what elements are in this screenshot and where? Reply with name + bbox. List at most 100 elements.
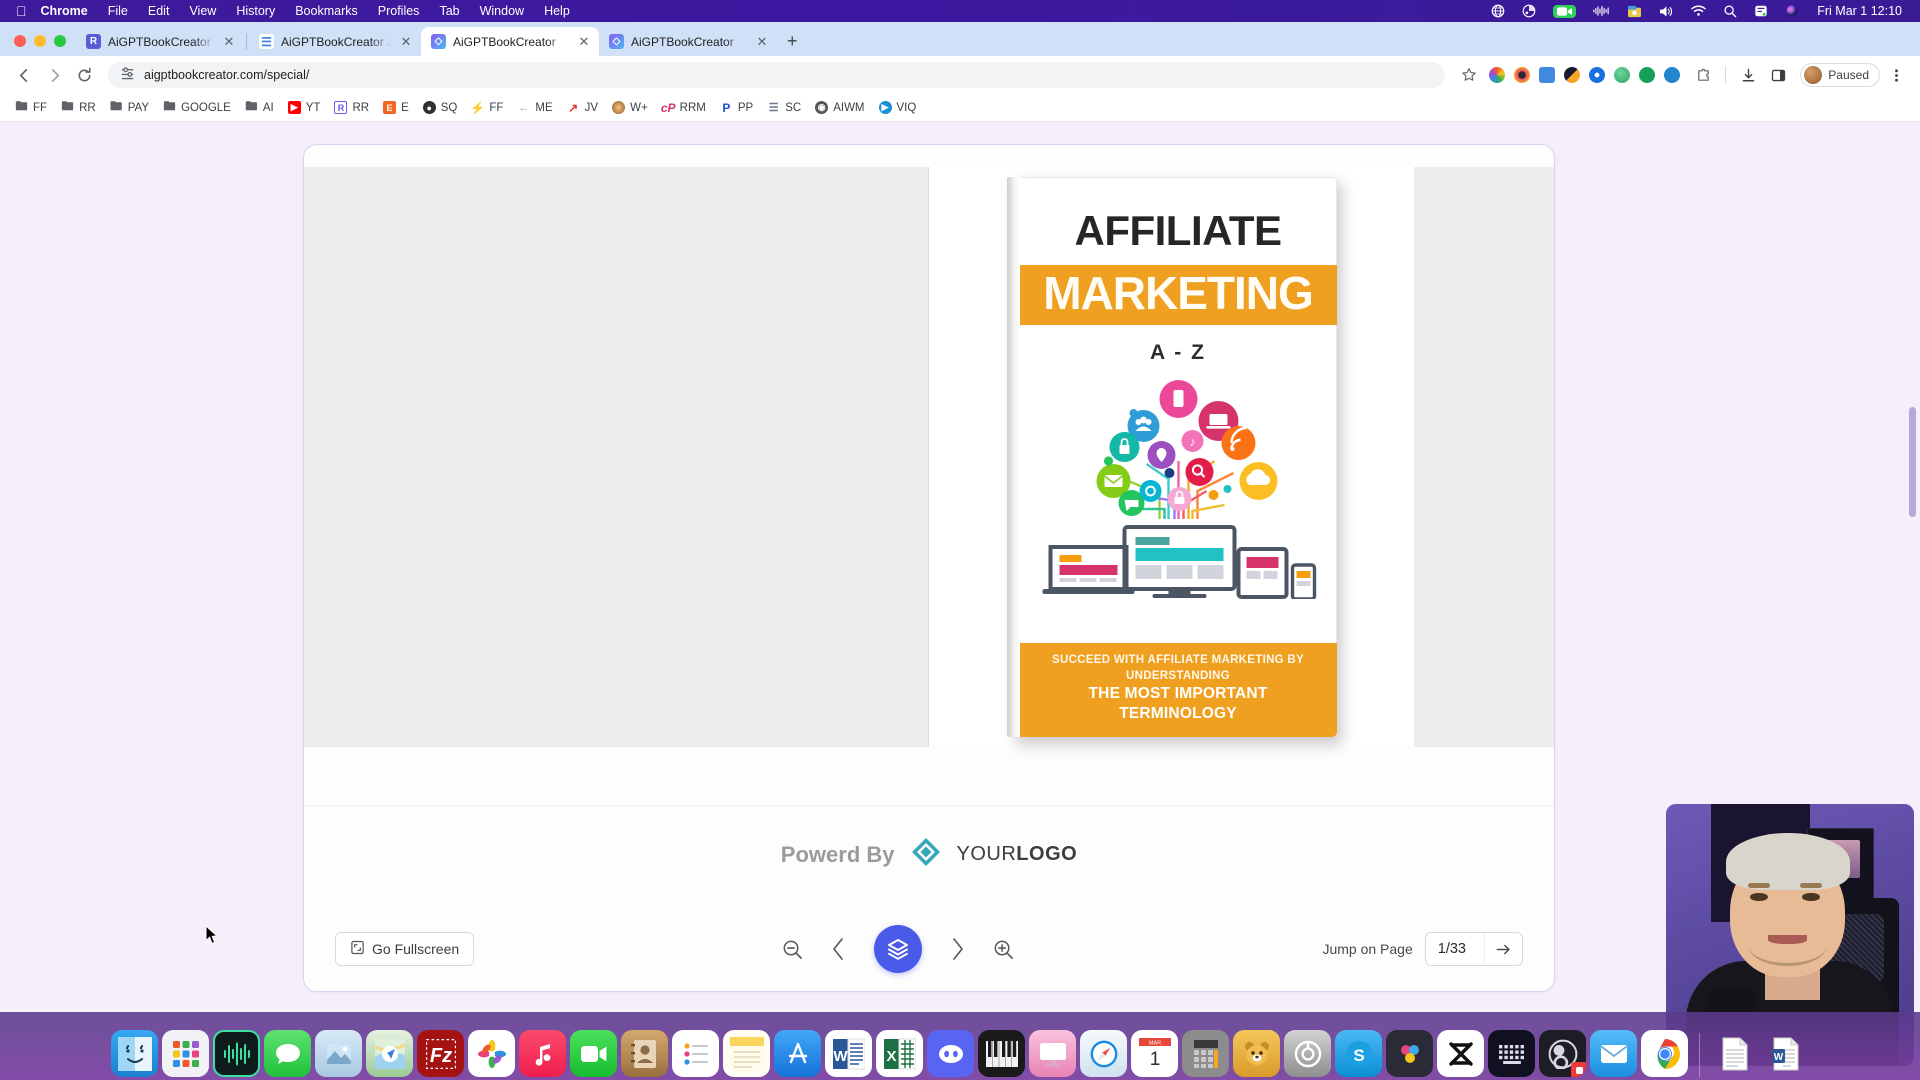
- dock-item-microsoft-word[interactable]: W: [825, 1030, 872, 1077]
- volume-icon[interactable]: [1659, 3, 1674, 19]
- menu-item-file[interactable]: File: [108, 4, 128, 18]
- dock-item-bear-notes[interactable]: [1233, 1030, 1280, 1077]
- dock-item-preview[interactable]: [315, 1030, 362, 1077]
- apple-logo-icon[interactable]: : [16, 4, 27, 18]
- zoom-in-icon[interactable]: [992, 938, 1015, 961]
- menu-item-bookmarks[interactable]: Bookmarks: [295, 4, 358, 18]
- bookmark-folder-ai[interactable]: 🖿 AI: [238, 98, 281, 117]
- address-bar[interactable]: aigptbookcreator.com/special/: [108, 62, 1446, 88]
- dock-item-facetime[interactable]: [570, 1030, 617, 1077]
- page-spread[interactable]: AFFILIATE MARKETING A - Z ♪ SUCCEED WITH…: [444, 167, 1414, 747]
- grammarly-extension-icon[interactable]: [1639, 67, 1656, 83]
- profile-pill[interactable]: Paused: [1800, 63, 1880, 87]
- dock-item-maps[interactable]: [366, 1030, 413, 1077]
- previous-page-icon[interactable]: [828, 936, 850, 962]
- window-traffic-lights[interactable]: [8, 35, 76, 56]
- bookmark-ff[interactable]: ⚡ FF: [464, 98, 510, 117]
- menu-item-edit[interactable]: Edit: [148, 4, 170, 18]
- dock-item-keyboard-app[interactable]: [1488, 1030, 1535, 1077]
- page-scrollbar-thumb[interactable]: [1909, 407, 1916, 517]
- bookmark-sc[interactable]: ☰ SC: [760, 98, 808, 117]
- bookmark-folder-google[interactable]: 🖿 GOOGLE: [156, 98, 238, 117]
- tab-close-icon[interactable]: ✕: [755, 34, 769, 50]
- puzzle-extension-icon[interactable]: [1689, 61, 1717, 89]
- back-icon[interactable]: [10, 61, 38, 89]
- globe-green-extension-icon[interactable]: [1614, 67, 1631, 83]
- maximize-window-button[interactable]: [54, 35, 66, 47]
- bookmark-yt[interactable]: ▶ YT: [281, 98, 328, 117]
- bookmark-e[interactable]: EE: [376, 98, 416, 117]
- dock-item-system-settings[interactable]: [1284, 1030, 1331, 1077]
- tab-review[interactable]: R AiGPTBookCreator Review 2 ✕: [76, 27, 244, 56]
- bookmark-sq[interactable]: ● SQ: [416, 98, 465, 117]
- dock-item-launchpad[interactable]: [162, 1030, 209, 1077]
- bookmark-rr[interactable]: R RR: [327, 98, 376, 117]
- dock-item-imac-display[interactable]: [1029, 1030, 1076, 1077]
- dock-item-safari[interactable]: [1080, 1030, 1127, 1077]
- dock-item-finder[interactable]: [111, 1030, 158, 1077]
- menu-item-view[interactable]: View: [189, 4, 216, 18]
- bookmark-me[interactable]: ← ME: [510, 98, 559, 117]
- tab-aigptbookcreator-active[interactable]: ◇ AiGPTBookCreator ✕: [421, 27, 599, 56]
- dock-item-google-chrome[interactable]: [1641, 1030, 1688, 1077]
- dock-item-audio-editor[interactable]: [213, 1030, 260, 1077]
- dock-item-filezilla[interactable]: Fz: [417, 1030, 464, 1077]
- bookmark-aiwm[interactable]: ◉ AIWM: [808, 98, 871, 117]
- menubar-clock[interactable]: Fri Mar 1 12:10: [1817, 4, 1902, 18]
- dock-item-contacts[interactable]: [621, 1030, 668, 1077]
- dock-item-calculator[interactable]: [1182, 1030, 1229, 1077]
- bookmark-pp[interactable]: P PP: [713, 98, 760, 117]
- dock-item-capcut[interactable]: [1437, 1030, 1484, 1077]
- download-blue-extension-icon[interactable]: [1539, 67, 1556, 83]
- bookmark-folder-pay[interactable]: 🖿 PAY: [103, 98, 156, 117]
- layers-button[interactable]: [874, 925, 923, 973]
- next-page-icon[interactable]: [946, 936, 968, 962]
- page-right-cover[interactable]: AFFILIATE MARKETING A - Z ♪ SUCCEED WITH…: [929, 167, 1414, 747]
- bookmark-folder-rr[interactable]: 🖿 RR: [54, 98, 103, 117]
- bookmark-star-icon[interactable]: [1455, 61, 1483, 89]
- page-number-box[interactable]: 1/33: [1424, 932, 1523, 966]
- close-window-button[interactable]: [14, 35, 26, 47]
- menu-item-history[interactable]: History: [236, 4, 275, 18]
- flipbook-viewer[interactable]: AFFILIATE MARKETING A - Z ♪ SUCCEED WITH…: [304, 167, 1554, 747]
- menu-item-tab[interactable]: Tab: [439, 4, 459, 18]
- tab-close-icon[interactable]: ✕: [577, 34, 591, 50]
- dock-item-obs-studio[interactable]: [1539, 1030, 1586, 1077]
- go-to-page-icon[interactable]: [1484, 933, 1522, 965]
- menu-item-chrome[interactable]: Chrome: [41, 4, 88, 18]
- dock-item-calendar[interactable]: MAR 1: [1131, 1030, 1178, 1077]
- page-number-value[interactable]: 1/33: [1426, 941, 1484, 957]
- rainbow-circle-extension-icon[interactable]: [1514, 67, 1531, 83]
- siri-icon[interactable]: [1785, 3, 1799, 19]
- dock-item-music[interactable]: [519, 1030, 566, 1077]
- search-icon[interactable]: [1723, 3, 1737, 19]
- reload-icon[interactable]: [70, 61, 98, 89]
- minimize-window-button[interactable]: [34, 35, 46, 47]
- dock-item-discord[interactable]: [927, 1030, 974, 1077]
- dock-item-microsoft-excel[interactable]: X: [876, 1030, 923, 1077]
- tab-close-icon[interactable]: ✕: [222, 34, 236, 50]
- menu-dots-icon[interactable]: [1882, 61, 1910, 89]
- dock-item-skype[interactable]: S: [1335, 1030, 1382, 1077]
- yin-yang-extension-icon[interactable]: [1564, 67, 1581, 83]
- color-wheel-icon[interactable]: [1522, 3, 1536, 19]
- dock-item-photos[interactable]: [468, 1030, 515, 1077]
- new-tab-button[interactable]: +: [777, 32, 808, 56]
- dock-item-word-document-file[interactable]: W: [1762, 1030, 1809, 1077]
- side-panel-icon[interactable]: [1764, 61, 1792, 89]
- bookmark-jv[interactable]: ↗ JV: [560, 98, 605, 117]
- dock-item-garageband[interactable]: [978, 1030, 1025, 1077]
- control-center-icon[interactable]: [1754, 3, 1768, 19]
- menu-item-help[interactable]: Help: [544, 4, 570, 18]
- screenshot-icon[interactable]: [1627, 3, 1642, 19]
- dock-item-messages[interactable]: [264, 1030, 311, 1077]
- tab-jv-doc[interactable]: ☰ AiGPTBookCreator JV Doc.d ✕: [249, 27, 421, 56]
- audio-waveform-icon[interactable]: [1593, 3, 1610, 19]
- tune-icon[interactable]: [120, 66, 135, 84]
- zoom-out-icon[interactable]: [781, 938, 804, 961]
- download-icon[interactable]: [1734, 61, 1762, 89]
- dock-item-notes[interactable]: [723, 1030, 770, 1077]
- dock-item-davinci-resolve[interactable]: [1386, 1030, 1433, 1077]
- dock-item-mail[interactable]: [1590, 1030, 1637, 1077]
- color-wheel-extension-icon[interactable]: [1489, 67, 1506, 83]
